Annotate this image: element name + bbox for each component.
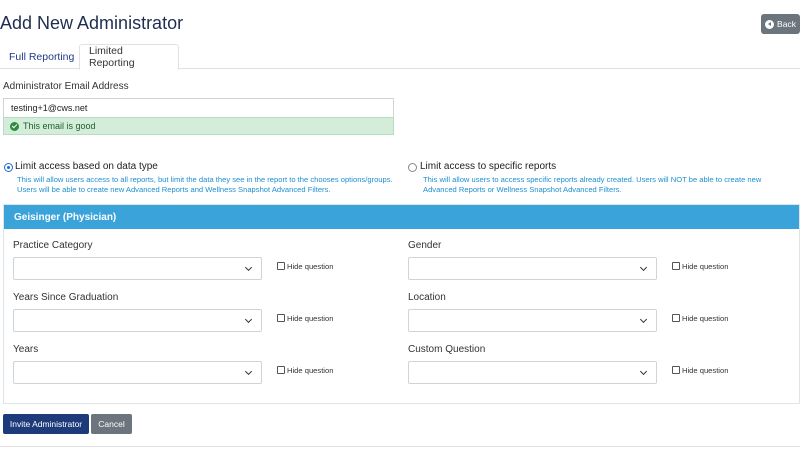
radio-specific-reports[interactable]	[408, 163, 417, 172]
hide-question-label: Hide question	[682, 314, 729, 323]
panel-title: Geisinger (Physician)	[4, 205, 799, 229]
chevron-down-icon	[244, 367, 253, 376]
page-title: Add New Administrator	[0, 13, 184, 33]
location-select[interactable]	[408, 309, 657, 332]
radio-specific-reports-label[interactable]: Limit access to specific reports	[420, 161, 556, 172]
radio-data-type[interactable]	[4, 163, 13, 172]
check-circle-icon	[10, 121, 19, 131]
radio-specific-reports-help: This will allow users to access specific…	[423, 175, 762, 194]
question-label: Years Since Graduation	[13, 292, 119, 303]
cancel-button[interactable]: Cancel	[91, 414, 132, 434]
tab-full-reporting[interactable]: Full Reporting	[0, 44, 83, 69]
hide-question-label: Hide question	[682, 262, 729, 271]
hide-question-checkbox[interactable]	[672, 314, 680, 322]
hide-question-checkbox[interactable]	[672, 262, 680, 270]
question-label: Years	[13, 344, 39, 355]
years-select[interactable]	[13, 361, 262, 384]
custom-question-select[interactable]	[408, 361, 657, 384]
question-label: Practice Category	[13, 240, 93, 251]
question-label: Gender	[408, 240, 442, 251]
chevron-down-icon	[244, 315, 253, 324]
chevron-down-icon	[244, 263, 253, 272]
hide-question-label: Hide question	[287, 262, 334, 271]
practice-category-select[interactable]	[13, 257, 262, 280]
chevron-down-icon	[639, 367, 648, 376]
tab-limited-reporting[interactable]: Limited Reporting	[79, 44, 179, 70]
gender-select[interactable]	[408, 257, 657, 280]
question-label: Location	[408, 292, 446, 303]
hide-question-checkbox[interactable]	[277, 314, 285, 322]
radio-data-type-label[interactable]: Limit access based on data type	[15, 161, 158, 172]
arrow-left-circle-icon	[765, 19, 775, 29]
hide-question-checkbox[interactable]	[277, 366, 285, 374]
email-input[interactable]	[3, 98, 394, 117]
radio-data-type-help: This will allow users access to all repo…	[17, 175, 393, 194]
tab-bar: Full Reporting Limited Reporting	[0, 44, 800, 70]
chevron-down-icon	[639, 263, 648, 272]
email-valid-message: This email is good	[3, 117, 394, 135]
back-button[interactable]: Back	[761, 14, 800, 34]
back-label: Back	[777, 19, 796, 29]
email-label: Administrator Email Address	[3, 81, 129, 92]
question-label: Custom Question	[408, 344, 486, 355]
hide-question-label: Hide question	[682, 366, 729, 375]
email-valid-text: This email is good	[23, 121, 96, 131]
chevron-down-icon	[639, 315, 648, 324]
hide-question-checkbox[interactable]	[672, 366, 680, 374]
invite-administrator-button[interactable]: Invite Administrator	[3, 414, 89, 434]
hide-question-label: Hide question	[287, 314, 334, 323]
hide-question-checkbox[interactable]	[277, 262, 285, 270]
years-since-graduation-select[interactable]	[13, 309, 262, 332]
divider	[0, 446, 800, 447]
hide-question-label: Hide question	[287, 366, 334, 375]
